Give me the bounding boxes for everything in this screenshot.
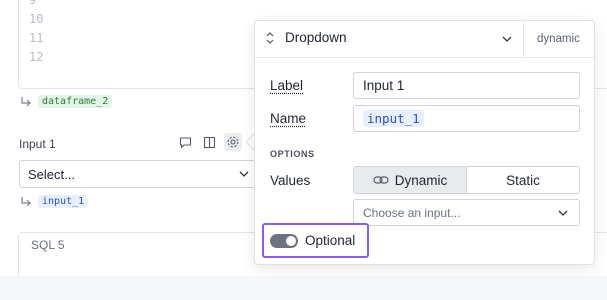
- input-type-label: Dropdown: [285, 30, 347, 45]
- input-output-reference: input_1: [20, 195, 89, 208]
- gear-icon: [227, 136, 239, 148]
- input-output-chip[interactable]: input_1: [38, 195, 89, 208]
- chevron-down-icon: [239, 171, 249, 177]
- dropdown-placeholder: Select...: [28, 166, 75, 182]
- return-arrow-icon: [21, 196, 31, 206]
- comment-button[interactable]: [176, 133, 194, 151]
- label-field-label: Label: [270, 78, 304, 93]
- return-arrow-icon: [21, 96, 31, 106]
- label-input[interactable]: Input 1: [353, 72, 580, 99]
- values-label: Values: [270, 173, 311, 188]
- optional-label: Optional: [305, 233, 356, 248]
- bottom-strip: [0, 276, 607, 300]
- sql-cell-title: SQL 5: [29, 238, 67, 252]
- input-cell-title: Input 1: [19, 137, 56, 151]
- dynamic-option[interactable]: Dynamic: [354, 167, 467, 193]
- input-type-select[interactable]: Dropdown: [265, 30, 347, 45]
- code-output-reference: dataframe_2: [20, 95, 113, 108]
- notebook-page: 9 10 11 12 dataframe_2 Input 1 Select...…: [0, 0, 607, 292]
- name-input[interactable]: input_1: [353, 105, 580, 132]
- link-icon: [373, 176, 389, 184]
- name-field-label: Name: [270, 111, 307, 126]
- line-number: 11: [29, 31, 44, 45]
- optional-toggle-highlight[interactable]: Optional: [262, 223, 369, 258]
- cell-toolbar: [176, 133, 242, 151]
- choose-input-placeholder: Choose an input...: [363, 205, 461, 220]
- line-number: 9: [29, 0, 37, 7]
- updown-chevron-icon: [266, 31, 274, 44]
- layout-icon: [203, 136, 215, 148]
- layout-button[interactable]: [200, 133, 218, 151]
- label-input-value: Input 1: [363, 78, 405, 93]
- static-option-label: Static: [506, 172, 540, 188]
- input-dropdown[interactable]: Select...: [19, 160, 259, 188]
- dataframe-output-chip[interactable]: dataframe_2: [38, 95, 113, 108]
- line-number: 12: [29, 50, 44, 64]
- line-number: 10: [29, 12, 44, 26]
- optional-toggle[interactable]: [270, 233, 298, 248]
- settings-button[interactable]: [224, 133, 242, 151]
- toggle-knob: [285, 234, 297, 247]
- header-divider: [523, 21, 524, 58]
- comment-icon: [179, 136, 191, 149]
- choose-input-select[interactable]: Choose an input...: [353, 199, 580, 226]
- chevron-down-icon: [558, 210, 568, 216]
- values-source-toggle: Dynamic Static: [353, 166, 580, 194]
- name-input-value: input_1: [363, 110, 424, 127]
- dynamic-option-label: Dynamic: [394, 172, 448, 188]
- popover-header: Dropdown dynamic: [255, 21, 594, 58]
- chevron-down-icon[interactable]: [501, 34, 513, 44]
- mode-tag: dynamic: [537, 33, 580, 45]
- options-heading: OPTIONS: [270, 149, 315, 159]
- input-settings-popover: Dropdown dynamic Label Input 1 Name inpu…: [254, 20, 595, 265]
- static-option[interactable]: Static: [467, 167, 579, 193]
